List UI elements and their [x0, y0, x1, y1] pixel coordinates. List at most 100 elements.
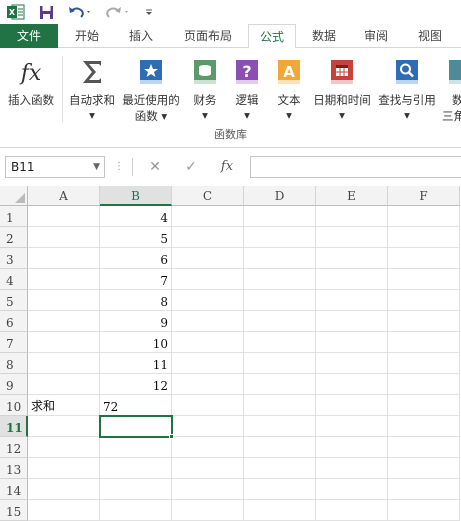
cell-f5[interactable]	[388, 290, 460, 311]
chevron-down-icon[interactable]: ▼	[93, 157, 100, 177]
cell-f8[interactable]	[388, 353, 460, 374]
date-time-button[interactable]: 日期和时间 ▾	[310, 52, 374, 130]
cell-e14[interactable]	[316, 479, 388, 500]
cell-b2[interactable]: 5	[100, 227, 172, 248]
cell-a2[interactable]	[28, 227, 100, 248]
cell-f6[interactable]	[388, 311, 460, 332]
row-header-11[interactable]: 11	[0, 416, 28, 437]
cell-e3[interactable]	[316, 248, 388, 269]
text-button[interactable]: A 文本 ▾	[270, 52, 308, 130]
cancel-icon[interactable]: ✕	[144, 156, 166, 178]
autosum-button[interactable]: 自动求和 ▾	[64, 52, 120, 130]
cell-d9[interactable]	[244, 374, 316, 395]
cell-a10[interactable]: 求和	[28, 395, 100, 416]
save-icon[interactable]	[36, 3, 56, 21]
cell-a8[interactable]	[28, 353, 100, 374]
cell-d2[interactable]	[244, 227, 316, 248]
name-box[interactable]: B11 ▼	[5, 156, 105, 178]
cell-c14[interactable]	[172, 479, 244, 500]
row-header-6[interactable]: 6	[0, 311, 28, 332]
cell-f4[interactable]	[388, 269, 460, 290]
cell-b14[interactable]	[100, 479, 172, 500]
cell-c11[interactable]	[172, 416, 244, 437]
undo-icon[interactable]	[66, 3, 94, 21]
cell-b4[interactable]: 7	[100, 269, 172, 290]
cell-c4[interactable]	[172, 269, 244, 290]
cell-d6[interactable]	[244, 311, 316, 332]
column-header-f[interactable]: F	[388, 186, 460, 206]
cell-b6[interactable]: 9	[100, 311, 172, 332]
cell-f3[interactable]	[388, 248, 460, 269]
tab-data[interactable]: 数据	[300, 24, 348, 48]
column-header-d[interactable]: D	[244, 186, 316, 206]
cell-c6[interactable]	[172, 311, 244, 332]
row-header-12[interactable]: 12	[0, 437, 28, 458]
row-header-9[interactable]: 9	[0, 374, 28, 395]
insert-function-fx-icon[interactable]: fx	[214, 156, 240, 178]
row-header-14[interactable]: 14	[0, 479, 28, 500]
tab-file[interactable]: 文件	[0, 24, 58, 48]
cell-a11[interactable]	[28, 416, 100, 437]
cell-d14[interactable]	[244, 479, 316, 500]
formula-input[interactable]	[250, 156, 461, 178]
cell-d3[interactable]	[244, 248, 316, 269]
cell-d15[interactable]	[244, 500, 316, 521]
cell-a7[interactable]	[28, 332, 100, 353]
cell-c13[interactable]	[172, 458, 244, 479]
row-header-3[interactable]: 3	[0, 248, 28, 269]
row-header-5[interactable]: 5	[0, 290, 28, 311]
cell-d12[interactable]	[244, 437, 316, 458]
math-trig-button[interactable]: 数 三角	[440, 52, 461, 130]
cell-e5[interactable]	[316, 290, 388, 311]
row-header-13[interactable]: 13	[0, 458, 28, 479]
cell-d8[interactable]	[244, 353, 316, 374]
cell-c7[interactable]	[172, 332, 244, 353]
cell-a14[interactable]	[28, 479, 100, 500]
column-header-c[interactable]: C	[172, 186, 244, 206]
cell-c12[interactable]	[172, 437, 244, 458]
cell-d4[interactable]	[244, 269, 316, 290]
cell-f9[interactable]	[388, 374, 460, 395]
column-header-a[interactable]: A	[28, 186, 100, 206]
cell-e10[interactable]	[316, 395, 388, 416]
select-all-corner[interactable]	[0, 186, 28, 206]
enter-icon[interactable]: ✓	[180, 156, 202, 178]
cell-f10[interactable]	[388, 395, 460, 416]
cell-f7[interactable]	[388, 332, 460, 353]
cell-d1[interactable]	[244, 206, 316, 227]
cell-a12[interactable]	[28, 437, 100, 458]
cell-e15[interactable]	[316, 500, 388, 521]
tab-insert[interactable]: 插入	[116, 24, 166, 48]
financial-button[interactable]: 财务 ▾	[186, 52, 224, 130]
cell-d11[interactable]	[244, 416, 316, 437]
tab-home[interactable]: 开始	[62, 24, 112, 48]
cell-b9[interactable]: 12	[100, 374, 172, 395]
cell-f11[interactable]	[388, 416, 460, 437]
cell-c2[interactable]	[172, 227, 244, 248]
cell-a6[interactable]	[28, 311, 100, 332]
recently-used-button[interactable]: 最近使用的 函数 ▾	[120, 52, 182, 130]
row-header-2[interactable]: 2	[0, 227, 28, 248]
customize-qat-icon[interactable]	[142, 3, 156, 21]
cell-f13[interactable]	[388, 458, 460, 479]
row-header-8[interactable]: 8	[0, 353, 28, 374]
cell-e8[interactable]	[316, 353, 388, 374]
cell-a4[interactable]	[28, 269, 100, 290]
logical-button[interactable]: ? 逻辑 ▾	[228, 52, 266, 130]
cell-b8[interactable]: 11	[100, 353, 172, 374]
cell-b15[interactable]	[100, 500, 172, 521]
cell-a9[interactable]	[28, 374, 100, 395]
cell-b1[interactable]: 4	[100, 206, 172, 227]
cell-b7[interactable]: 10	[100, 332, 172, 353]
cell-b5[interactable]: 8	[100, 290, 172, 311]
cell-d5[interactable]	[244, 290, 316, 311]
cell-c9[interactable]	[172, 374, 244, 395]
cell-b13[interactable]	[100, 458, 172, 479]
row-header-7[interactable]: 7	[0, 332, 28, 353]
redo-icon[interactable]	[104, 3, 132, 21]
cell-a13[interactable]	[28, 458, 100, 479]
cell-d10[interactable]	[244, 395, 316, 416]
cell-a1[interactable]	[28, 206, 100, 227]
cell-c1[interactable]	[172, 206, 244, 227]
cell-a5[interactable]	[28, 290, 100, 311]
